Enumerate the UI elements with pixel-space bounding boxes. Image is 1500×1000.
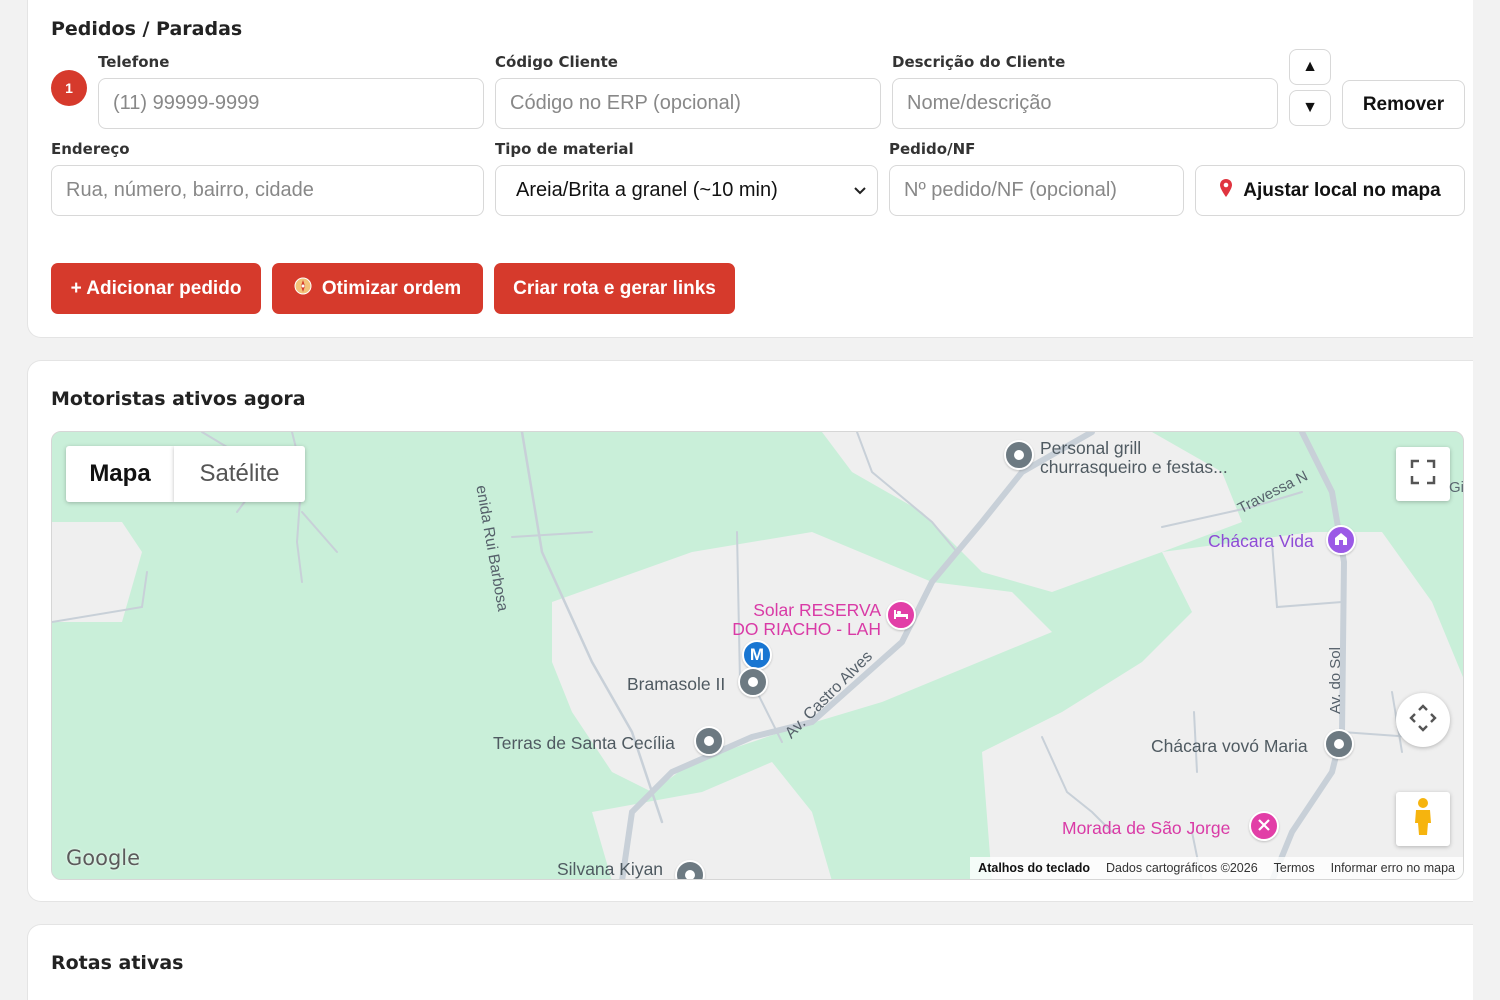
poi-label-terras[interactable]: Terras de Santa Cecília <box>493 734 675 753</box>
poi-label-silvana[interactable]: Silvana Kiyan <box>557 860 663 879</box>
poi-label-solar-2[interactable]: DO RIACHO - LAH <box>730 620 881 639</box>
map-data-text: Dados cartográficos ©2026 <box>1106 861 1258 875</box>
client-desc-input[interactable]: Nome/descrição <box>892 78 1278 129</box>
google-logo: Google <box>66 846 141 870</box>
orders-card: Pedidos / Paradas 1 Telefone (11) 99999-… <box>27 0 1473 338</box>
keyboard-shortcuts-link[interactable]: Atalhos do teclado <box>978 861 1090 875</box>
poi-label-chacara-vovo[interactable]: Chácara vovó Maria <box>1151 737 1308 756</box>
material-label: Tipo de material <box>495 140 634 158</box>
poi-marker-terras[interactable] <box>694 726 724 756</box>
order-label: Pedido/NF <box>889 140 976 158</box>
camera-control-button[interactable] <box>1396 693 1450 747</box>
client-code-input[interactable]: Código no ERP (opcional) <box>495 78 881 129</box>
poi-marker-chacara-vovo[interactable] <box>1324 729 1354 759</box>
address-label: Endereço <box>51 140 130 158</box>
drivers-card: Motoristas ativos agora Mapa Satélite en… <box>27 360 1473 902</box>
drivers-map[interactable]: Mapa Satélite enida Rui Barbosa Av. Cast… <box>51 431 1464 880</box>
bed-icon <box>893 608 909 623</box>
fullscreen-button[interactable] <box>1396 447 1450 501</box>
road-label-cut: Gi <box>1449 479 1464 496</box>
client-desc-label: Descrição do Cliente <box>892 53 1066 71</box>
poi-marker-personal-grill[interactable] <box>1004 440 1034 470</box>
event-icon <box>1257 818 1271 835</box>
add-order-button[interactable]: + Adicionar pedido <box>51 263 261 314</box>
poi-label-personal-grill-1[interactable]: Personal grill <box>1040 439 1141 458</box>
create-route-button[interactable]: Criar rota e gerar links <box>494 263 735 314</box>
poi-label-bramasole[interactable]: Bramasole II <box>627 675 725 694</box>
move-up-button[interactable]: ▲ <box>1289 49 1331 85</box>
street-view-button[interactable] <box>1396 792 1450 846</box>
routes-title: Rotas ativas <box>51 952 184 974</box>
order-input[interactable]: Nº pedido/NF (opcional) <box>889 165 1184 216</box>
stop-number-badge: 1 <box>51 70 87 106</box>
pegman-icon <box>1411 797 1435 842</box>
orders-title: Pedidos / Paradas <box>51 18 243 40</box>
poi-label-personal-grill-2[interactable]: churrasqueiro e festas... <box>1040 458 1228 477</box>
house-icon <box>1334 532 1348 549</box>
material-select-value: Areia/Brita a granel (~10 min) <box>516 179 778 201</box>
address-input[interactable]: Rua, número, bairro, cidade <box>51 165 484 216</box>
client-code-label: Código Cliente <box>495 53 618 71</box>
phone-label: Telefone <box>98 53 170 71</box>
pan-arrows-icon <box>1408 703 1438 738</box>
material-select[interactable]: Areia/Brita a granel (~10 min) <box>495 165 878 216</box>
move-down-button[interactable]: ▼ <box>1289 90 1331 126</box>
road-label-do-sol: Av. do Sol <box>1327 647 1344 714</box>
adjust-map-button[interactable]: Ajustar local no mapa <box>1195 165 1465 216</box>
fullscreen-icon <box>1410 459 1436 490</box>
poi-label-solar-1[interactable]: Solar RESERVA <box>751 601 881 620</box>
drivers-title: Motoristas ativos agora <box>51 388 306 410</box>
poi-marker-chacara-vida[interactable] <box>1326 525 1356 555</box>
report-error-link[interactable]: Informar erro no mapa <box>1331 861 1455 875</box>
map-pin-icon <box>1219 178 1233 204</box>
chevron-down-icon <box>853 183 867 199</box>
poi-label-morada[interactable]: Morada de São Jorge <box>1062 819 1230 838</box>
map-type-map-button[interactable]: Mapa <box>66 446 174 502</box>
compass-icon <box>294 277 312 301</box>
poi-label-chacara-vida[interactable]: Chácara Vida <box>1208 532 1314 551</box>
poi-marker-solar[interactable] <box>886 600 916 630</box>
routes-card: Rotas ativas <box>27 924 1473 1000</box>
driver-marker[interactable]: M <box>742 640 772 670</box>
optimize-label: Otimizar ordem <box>321 277 462 299</box>
poi-marker-bramasole[interactable] <box>738 667 768 697</box>
remove-button[interactable]: Remover <box>1342 80 1465 129</box>
phone-input[interactable]: (11) 99999-9999 <box>98 78 484 129</box>
poi-marker-morada[interactable] <box>1249 811 1279 841</box>
map-type-satellite-button[interactable]: Satélite <box>174 446 305 502</box>
map-attribution: Atalhos do teclado Dados cartográficos ©… <box>970 857 1463 879</box>
terms-link[interactable]: Termos <box>1274 861 1315 875</box>
adjust-map-label: Ajustar local no mapa <box>1243 179 1441 201</box>
optimize-order-button[interactable]: Otimizar ordem <box>272 263 483 314</box>
